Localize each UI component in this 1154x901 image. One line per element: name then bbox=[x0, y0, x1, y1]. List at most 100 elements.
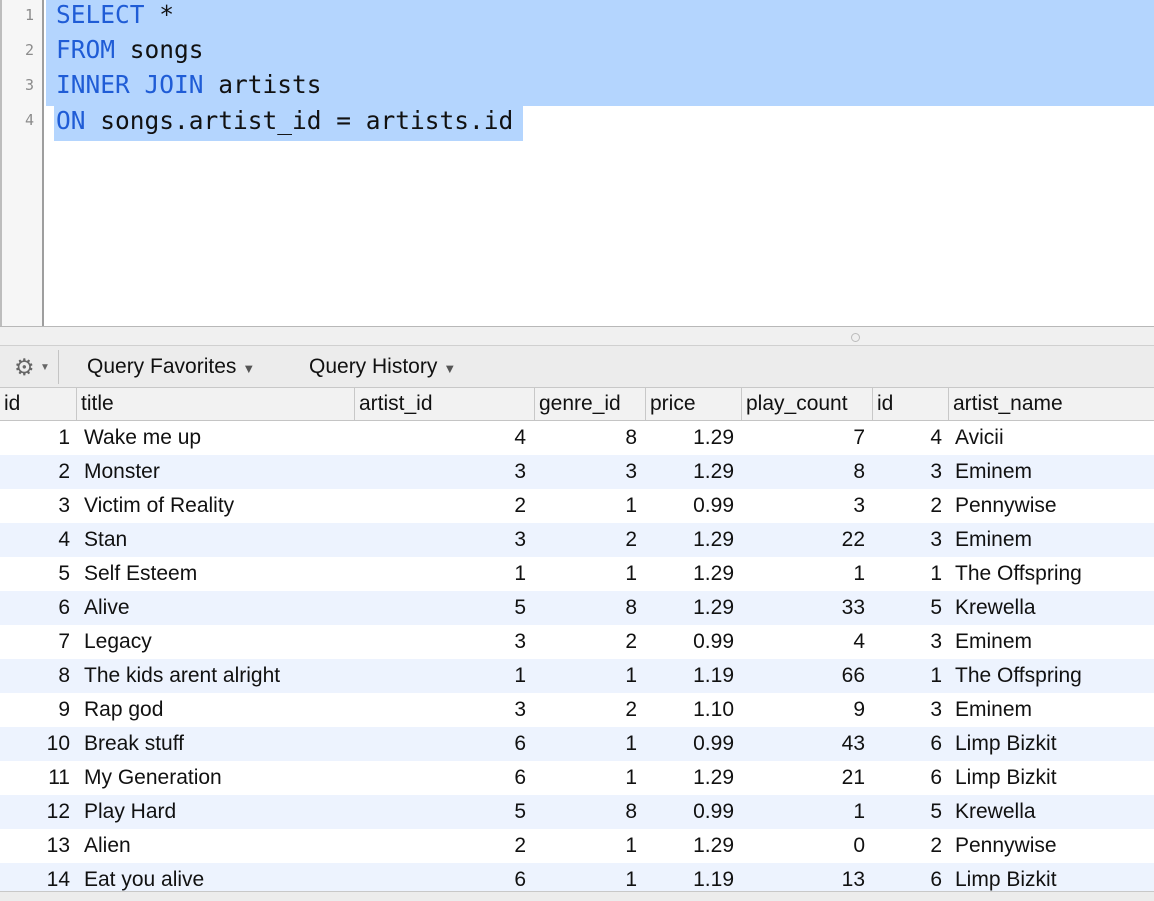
cell-artist-name[interactable]: The Offspring bbox=[955, 659, 1154, 693]
cell-play-count[interactable]: 3 bbox=[741, 489, 865, 523]
cell-id[interactable]: 1 bbox=[0, 421, 70, 455]
cell-id[interactable]: 13 bbox=[0, 829, 70, 863]
table-row[interactable]: 7 Legacy 3 2 0.99 4 3 Eminem bbox=[0, 625, 1154, 659]
cell-title[interactable]: Break stuff bbox=[84, 727, 354, 761]
cell-id[interactable]: 3 bbox=[0, 489, 70, 523]
cell-title[interactable]: Rap god bbox=[84, 693, 354, 727]
cell-artist-name[interactable]: Eminem bbox=[955, 693, 1154, 727]
cell-artist-table-id[interactable]: 3 bbox=[872, 455, 942, 489]
column-header-id[interactable]: id bbox=[0, 388, 76, 420]
cell-genre-id[interactable]: 8 bbox=[534, 591, 637, 625]
cell-price[interactable]: 1.29 bbox=[645, 455, 734, 489]
cell-title[interactable]: Legacy bbox=[84, 625, 354, 659]
cell-artist-table-id[interactable]: 5 bbox=[872, 591, 942, 625]
code-line[interactable]: ON songs.artist_id = artists.id bbox=[56, 104, 513, 138]
cell-play-count[interactable]: 22 bbox=[741, 523, 865, 557]
code-line[interactable]: SELECT * bbox=[56, 0, 174, 32]
cell-artist-id[interactable]: 2 bbox=[354, 829, 526, 863]
query-editor[interactable]: 1 2 3 4 SELECT * FROM songs INNER JOIN a… bbox=[0, 0, 1154, 326]
cell-title[interactable]: Wake me up bbox=[84, 421, 354, 455]
column-header-genre-id[interactable]: genre_id bbox=[534, 388, 645, 420]
cell-id[interactable]: 2 bbox=[0, 455, 70, 489]
cell-genre-id[interactable]: 2 bbox=[534, 523, 637, 557]
cell-artist-table-id[interactable]: 2 bbox=[872, 489, 942, 523]
cell-price[interactable]: 1.29 bbox=[645, 523, 734, 557]
cell-price[interactable]: 1.29 bbox=[645, 829, 734, 863]
cell-artist-id[interactable]: 3 bbox=[354, 625, 526, 659]
cell-artist-name[interactable]: Krewella bbox=[955, 795, 1154, 829]
cell-genre-id[interactable]: 1 bbox=[534, 557, 637, 591]
cell-price[interactable]: 0.99 bbox=[645, 625, 734, 659]
cell-play-count[interactable]: 1 bbox=[741, 795, 865, 829]
cell-artist-id[interactable]: 3 bbox=[354, 523, 526, 557]
cell-price[interactable]: 0.99 bbox=[645, 727, 734, 761]
cell-genre-id[interactable]: 1 bbox=[534, 659, 637, 693]
table-row[interactable]: 8 The kids arent alright 1 1 1.19 66 1 The Offs… bbox=[0, 659, 1154, 693]
cell-artist-table-id[interactable]: 1 bbox=[872, 659, 942, 693]
table-row[interactable]: 10 Break stuff 6 1 0.99 43 6 Limp Bizkit bbox=[0, 727, 1154, 761]
cell-id[interactable]: 5 bbox=[0, 557, 70, 591]
column-header-artist-table-id[interactable]: id bbox=[872, 388, 948, 420]
cell-artist-id[interactable]: 3 bbox=[354, 455, 526, 489]
cell-id[interactable]: 4 bbox=[0, 523, 70, 557]
cell-artist-name[interactable]: Pennywise bbox=[955, 489, 1154, 523]
table-row[interactable]: 13 Alien 2 1 1.29 0 2 Pennywise bbox=[0, 829, 1154, 863]
cell-artist-table-id[interactable]: 1 bbox=[872, 557, 942, 591]
table-row[interactable]: 1 Wake me up 4 8 1.29 7 4 Avicii bbox=[0, 421, 1154, 455]
cell-artist-name[interactable]: Avicii bbox=[955, 421, 1154, 455]
cell-genre-id[interactable]: 2 bbox=[534, 625, 637, 659]
cell-genre-id[interactable]: 2 bbox=[534, 693, 637, 727]
column-header-price[interactable]: price bbox=[645, 388, 741, 420]
cell-genre-id[interactable]: 3 bbox=[534, 455, 637, 489]
cell-price[interactable]: 1.29 bbox=[645, 761, 734, 795]
cell-play-count[interactable]: 0 bbox=[741, 829, 865, 863]
code-line[interactable]: INNER JOIN artists bbox=[56, 68, 322, 102]
cell-title[interactable]: Alien bbox=[84, 829, 354, 863]
cell-artist-table-id[interactable]: 4 bbox=[872, 421, 942, 455]
cell-play-count[interactable]: 33 bbox=[741, 591, 865, 625]
cell-artist-name[interactable]: Limp Bizkit bbox=[955, 761, 1154, 795]
cell-artist-name[interactable]: Eminem bbox=[955, 455, 1154, 489]
column-header-title[interactable]: title bbox=[76, 388, 354, 420]
cell-artist-table-id[interactable]: 3 bbox=[872, 693, 942, 727]
cell-artist-id[interactable]: 5 bbox=[354, 795, 526, 829]
cell-id[interactable]: 12 bbox=[0, 795, 70, 829]
cell-artist-id[interactable]: 3 bbox=[354, 693, 526, 727]
cell-artist-id[interactable]: 2 bbox=[354, 489, 526, 523]
cell-artist-table-id[interactable]: 6 bbox=[872, 761, 942, 795]
cell-title[interactable]: Self Esteem bbox=[84, 557, 354, 591]
column-header-artist-name[interactable]: artist_name bbox=[948, 388, 1154, 420]
cell-artist-id[interactable]: 4 bbox=[354, 421, 526, 455]
pane-splitter[interactable] bbox=[0, 326, 1154, 346]
cell-id[interactable]: 8 bbox=[0, 659, 70, 693]
column-header-play-count[interactable]: play_count bbox=[741, 388, 872, 420]
table-row[interactable]: 4 Stan 3 2 1.29 22 3 Eminem bbox=[0, 523, 1154, 557]
cell-genre-id[interactable]: 8 bbox=[534, 795, 637, 829]
cell-play-count[interactable]: 21 bbox=[741, 761, 865, 795]
table-row[interactable]: 11 My Generation 6 1 1.29 21 6 Limp Bizkit bbox=[0, 761, 1154, 795]
cell-title[interactable]: My Generation bbox=[84, 761, 354, 795]
cell-title[interactable]: Stan bbox=[84, 523, 354, 557]
cell-artist-id[interactable]: 1 bbox=[354, 659, 526, 693]
cell-artist-id[interactable]: 1 bbox=[354, 557, 526, 591]
cell-artist-table-id[interactable]: 3 bbox=[872, 625, 942, 659]
cell-artist-name[interactable]: Pennywise bbox=[955, 829, 1154, 863]
cell-price[interactable]: 1.29 bbox=[645, 557, 734, 591]
cell-price[interactable]: 1.29 bbox=[645, 591, 734, 625]
cell-genre-id[interactable]: 1 bbox=[534, 829, 637, 863]
cell-artist-id[interactable]: 5 bbox=[354, 591, 526, 625]
table-row[interactable]: 2 Monster 3 3 1.29 8 3 Eminem bbox=[0, 455, 1154, 489]
cell-play-count[interactable]: 4 bbox=[741, 625, 865, 659]
table-row[interactable]: 9 Rap god 3 2 1.10 9 3 Eminem bbox=[0, 693, 1154, 727]
cell-title[interactable]: Alive bbox=[84, 591, 354, 625]
cell-artist-table-id[interactable]: 6 bbox=[872, 727, 942, 761]
cell-artist-table-id[interactable]: 2 bbox=[872, 829, 942, 863]
cell-price[interactable]: 1.29 bbox=[645, 421, 734, 455]
cell-price[interactable]: 1.19 bbox=[645, 659, 734, 693]
cell-price[interactable]: 1.10 bbox=[645, 693, 734, 727]
cell-play-count[interactable]: 43 bbox=[741, 727, 865, 761]
cell-genre-id[interactable]: 8 bbox=[534, 421, 637, 455]
cell-artist-name[interactable]: Eminem bbox=[955, 523, 1154, 557]
cell-id[interactable]: 6 bbox=[0, 591, 70, 625]
cell-title[interactable]: Monster bbox=[84, 455, 354, 489]
